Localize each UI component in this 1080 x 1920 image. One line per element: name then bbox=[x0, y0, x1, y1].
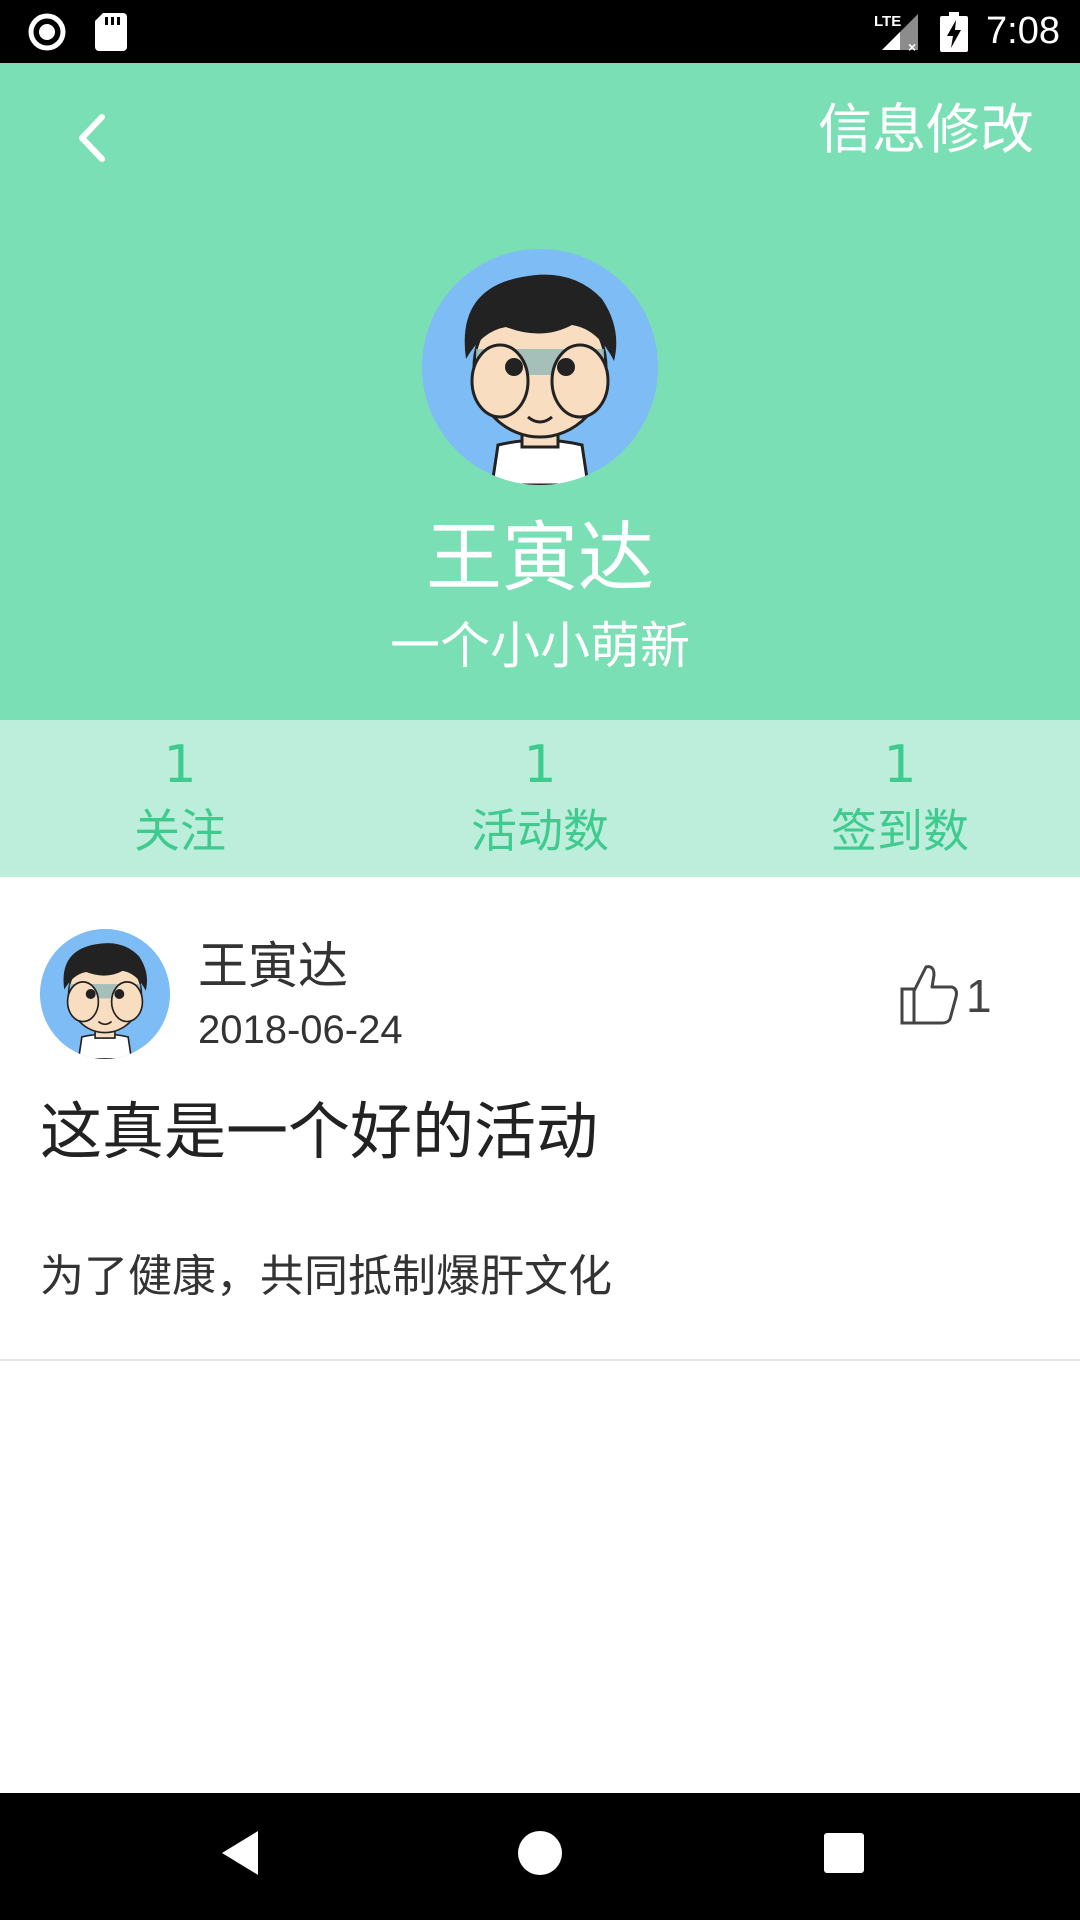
back-triangle-icon[interactable] bbox=[210, 1823, 270, 1887]
stat-value: 1 bbox=[163, 735, 197, 795]
post-avatar[interactable] bbox=[40, 929, 170, 1059]
stat-label: 关注 bbox=[134, 804, 226, 858]
chevron-left-icon bbox=[62, 114, 122, 177]
stat-value: 1 bbox=[883, 735, 917, 795]
stat-activities[interactable]: 1 活动数 bbox=[360, 720, 720, 877]
like-count: 1 bbox=[966, 970, 992, 1022]
stat-label: 活动数 bbox=[471, 804, 609, 858]
avatar-cartoon-icon bbox=[40, 929, 170, 1059]
svg-text:LTE: LTE bbox=[874, 13, 901, 30]
divider bbox=[0, 1359, 1080, 1361]
post-date: 2018-06-24 bbox=[198, 1008, 403, 1052]
avatar-cartoon-icon bbox=[422, 249, 658, 485]
stat-label: 签到数 bbox=[831, 804, 969, 858]
navigation-bar bbox=[0, 1793, 1080, 1920]
post-content: 为了健康，共同抵制爆肝文化 bbox=[40, 1251, 612, 1302]
edit-info-button[interactable]: 信息修改 bbox=[818, 95, 1034, 165]
post-title: 这真是一个好的活动 bbox=[40, 1095, 599, 1168]
post-author: 王寅达 bbox=[198, 937, 348, 995]
avatar[interactable] bbox=[422, 249, 658, 485]
status-bar: LTE × 7:08 bbox=[0, 0, 1080, 63]
stats-bar: 1 关注 1 活动数 1 签到数 bbox=[0, 720, 1080, 877]
back-button[interactable] bbox=[62, 103, 122, 173]
profile-screen: LTE × 7:08 信息修改 王寅达 一个小小萌新 1 关注 1 活动数 1 … bbox=[0, 0, 1080, 1920]
battery-charging-icon bbox=[940, 12, 968, 56]
home-circle-icon[interactable] bbox=[510, 1823, 570, 1887]
recents-square-icon[interactable] bbox=[814, 1823, 874, 1887]
profile-header: 信息修改 王寅达 一个小小萌新 bbox=[0, 63, 1080, 720]
lte-signal-icon: LTE × bbox=[872, 10, 924, 58]
sd-card-icon bbox=[95, 13, 127, 55]
status-time: 7:08 bbox=[986, 10, 1060, 52]
thumbs-up-icon bbox=[900, 965, 960, 1031]
stat-value: 1 bbox=[523, 735, 557, 795]
like-button[interactable]: 1 bbox=[900, 963, 1020, 1033]
user-motto: 一个小小萌新 bbox=[390, 617, 690, 675]
stat-following[interactable]: 1 关注 bbox=[0, 720, 360, 877]
record-icon bbox=[28, 13, 66, 55]
post-card[interactable]: 王寅达 2018-06-24 1 这真是一个好的活动 为了健康，共同抵制爆肝文化 bbox=[0, 877, 1080, 1361]
svg-text:×: × bbox=[908, 39, 916, 54]
stat-checkins[interactable]: 1 签到数 bbox=[720, 720, 1080, 877]
user-name: 王寅达 bbox=[426, 513, 654, 602]
